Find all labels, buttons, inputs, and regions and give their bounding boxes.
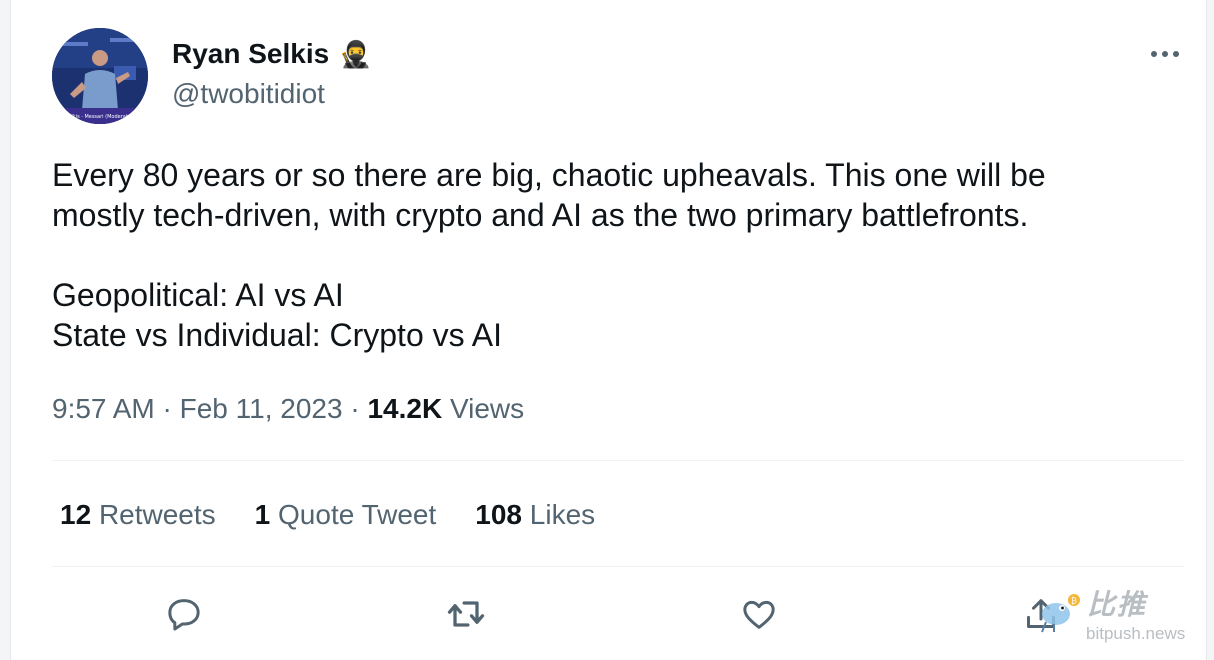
avatar[interactable]: Selkis · Messari (Moderator)	[52, 28, 148, 124]
like-button[interactable]	[737, 592, 781, 636]
tweet-text: Every 80 years or so there are big, chao…	[52, 157, 1046, 353]
retweet-button[interactable]	[444, 592, 488, 636]
reply-button[interactable]	[162, 592, 206, 636]
tweet-date[interactable]: Feb 11, 2023	[180, 393, 343, 424]
views-label: Views	[449, 393, 525, 424]
watermark-chinese: 比推	[1087, 589, 1148, 620]
divider	[52, 566, 1184, 567]
watermark-domain: bitpush.news	[1086, 624, 1186, 643]
views-count: 14.2K	[367, 393, 443, 424]
retweet-icon	[447, 601, 485, 627]
watermark: ₿ 比推 bitpush.news	[1012, 588, 1202, 648]
ninja-emoji: 🥷	[339, 39, 372, 69]
quotes-stat[interactable]: 1 Quote Tweet	[255, 495, 437, 535]
more-horizontal-icon	[1151, 51, 1179, 57]
quotes-count: 1	[254, 499, 271, 530]
retweets-stat[interactable]: 12 Retweets	[60, 495, 216, 535]
tweet-meta: 9:57 AM · Feb 11, 2023 · 14.2K Views	[52, 389, 524, 429]
author-name[interactable]: Ryan Selkis 🥷	[172, 37, 372, 71]
divider	[52, 460, 1184, 461]
avatar-image: Selkis · Messari (Moderator)	[52, 28, 148, 124]
tweet-card: Selkis · Messari (Moderator) Ryan Selkis…	[10, 0, 1207, 660]
quotes-label: Quote Tweet	[278, 499, 437, 530]
tweet-time[interactable]: 9:57 AM	[52, 393, 155, 424]
likes-stat[interactable]: 108 Likes	[475, 495, 595, 535]
author-handle[interactable]: @twobitidiot	[172, 77, 325, 111]
meta-separator: ·	[350, 393, 360, 424]
likes-count: 108	[475, 499, 522, 530]
svg-text:₿: ₿	[1071, 597, 1077, 606]
meta-separator: ·	[162, 393, 172, 424]
likes-label: Likes	[529, 499, 596, 530]
avatar-caption: Selkis · Messari (Moderator)	[65, 114, 135, 120]
tweet-stats: 12 Retweets 1 Quote Tweet 108 Likes	[60, 495, 595, 535]
retweets-label: Retweets	[98, 499, 216, 530]
retweets-count: 12	[60, 499, 92, 530]
author-display-name[interactable]: Ryan Selkis	[172, 37, 329, 71]
bird-logo-icon: ₿	[1041, 594, 1080, 633]
reply-icon	[168, 599, 200, 631]
more-options-button[interactable]	[1145, 40, 1185, 68]
like-icon	[743, 600, 775, 629]
